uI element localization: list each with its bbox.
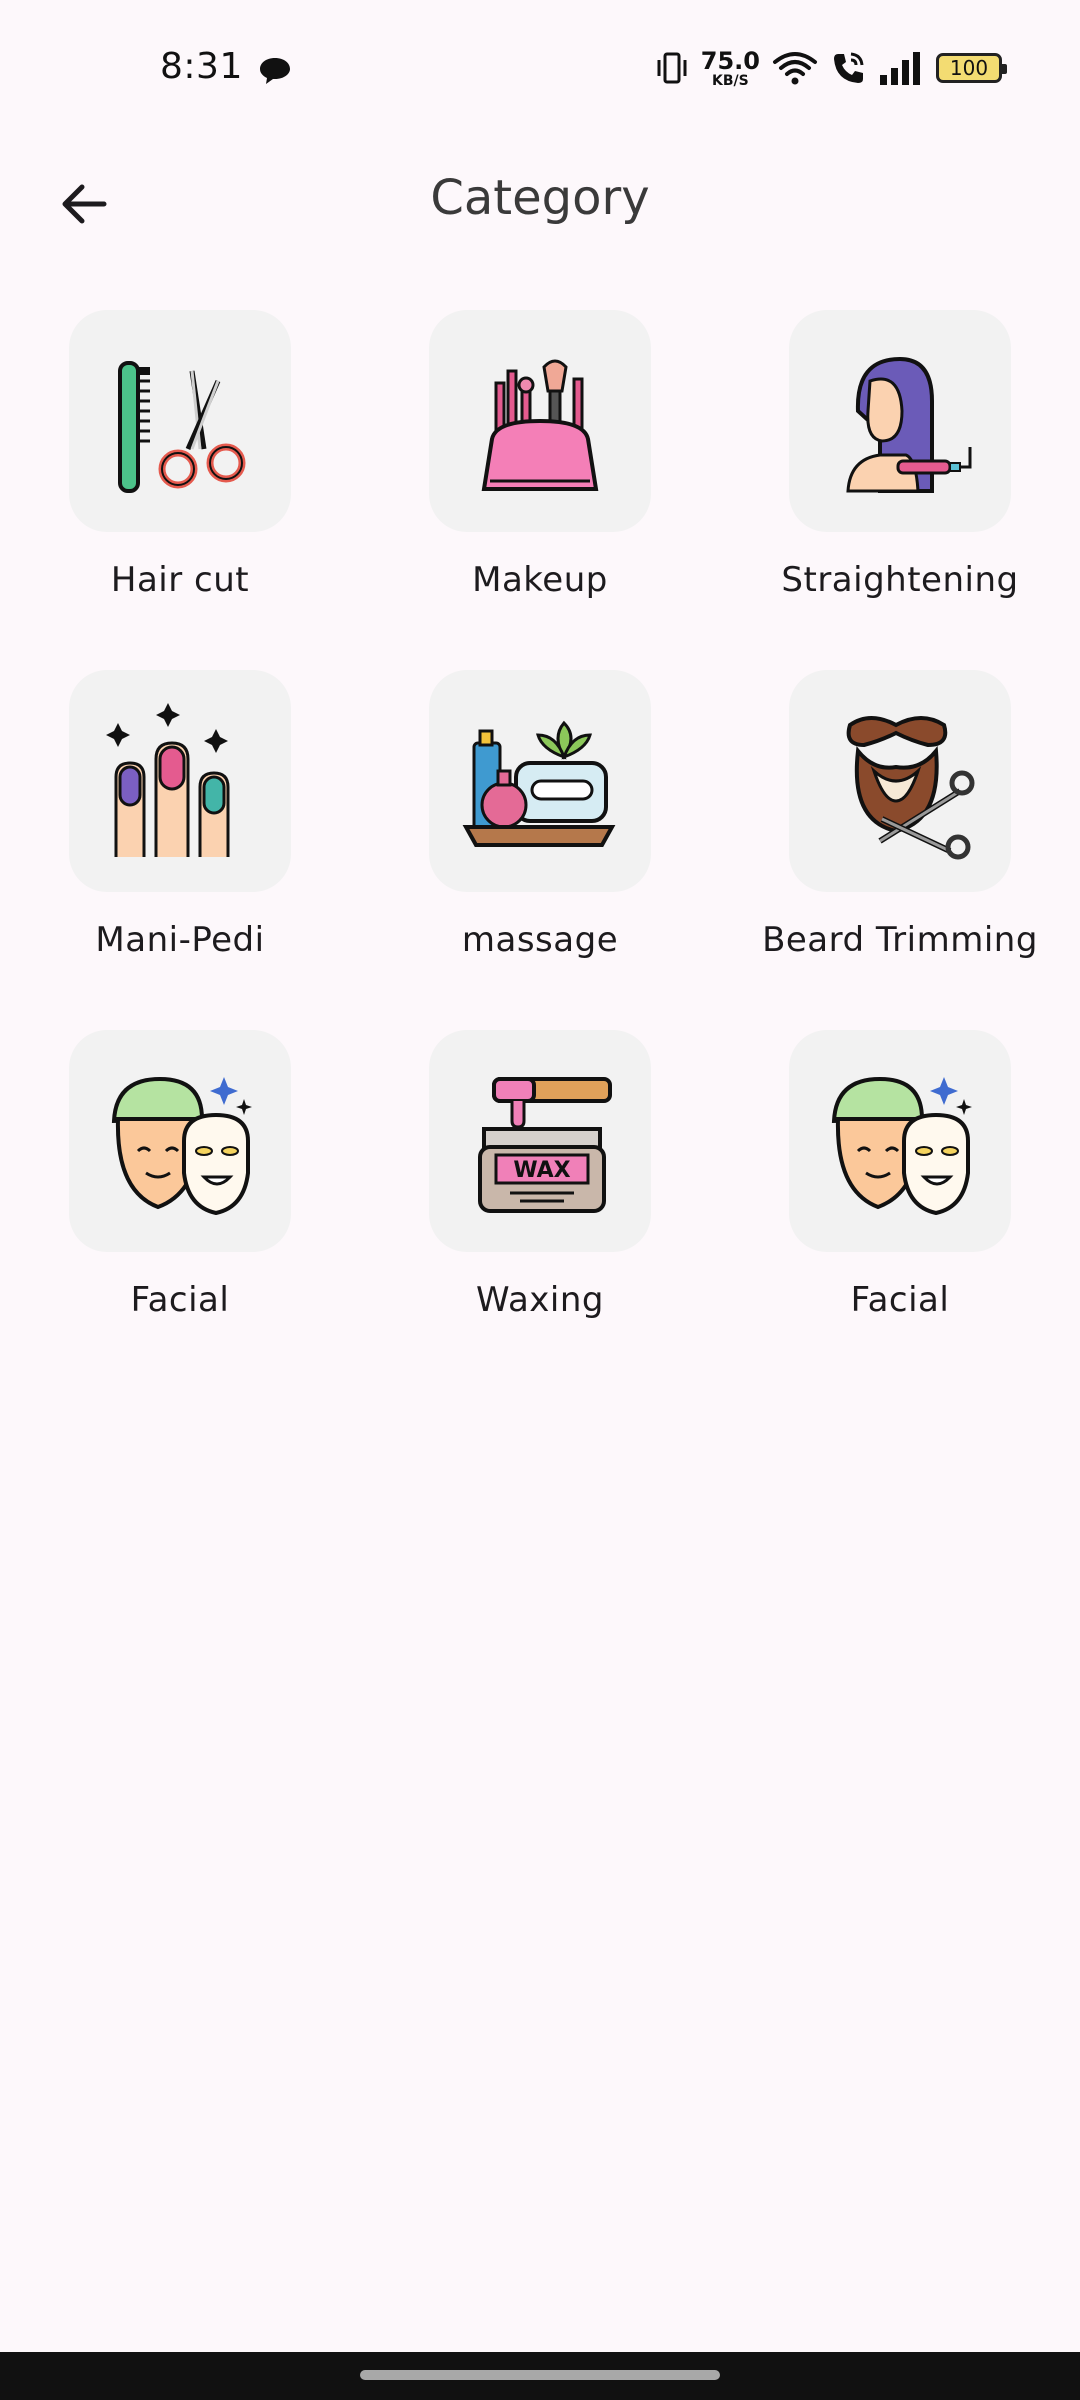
category-tile [789, 310, 1011, 532]
category-item-hair-cut[interactable]: Hair cut [0, 310, 360, 640]
category-screen: 8:31 75.0 KB/S 100 Category Hair cut Mak… [0, 0, 1080, 2400]
category-item-facial[interactable]: Facial [0, 1030, 360, 1360]
category-label: massage [461, 920, 619, 960]
chat-bubble-icon [260, 58, 290, 84]
category-tile [69, 670, 291, 892]
comb-scissors-icon [118, 361, 246, 493]
hair-straightener-icon [846, 356, 972, 493]
network-speed-unit: KB/S [712, 72, 749, 89]
app-header: Category [0, 140, 1080, 260]
category-tile [789, 670, 1011, 892]
spa-oils-icon [462, 720, 616, 847]
beard-scissors-icon [846, 716, 975, 860]
page-title: Category [430, 170, 650, 226]
category-item-beard-trimming[interactable]: Beard Trimming [720, 670, 1080, 1000]
wax-jar-icon: WAX [478, 1077, 612, 1213]
wifi-icon [773, 52, 817, 85]
category-item-straightening[interactable]: Straightening [720, 310, 1080, 640]
status-time: 8:31 [160, 46, 243, 87]
category-tile [69, 310, 291, 532]
home-indicator[interactable] [360, 2370, 720, 2380]
painted-nails-icon [106, 703, 230, 857]
face-mask-icon [831, 1076, 972, 1216]
battery-level: 100 [949, 56, 989, 80]
status-bar: 8:31 75.0 KB/S 100 [0, 0, 1080, 140]
makeup-kit-icon [481, 359, 599, 491]
category-label: Facial [850, 1280, 950, 1320]
network-speed-value: 75.0 [700, 46, 760, 75]
category-tile [429, 670, 651, 892]
category-label: Mani-Pedi [95, 920, 265, 960]
category-label: Straightening [781, 560, 1019, 600]
category-label: Makeup [472, 560, 608, 600]
category-label: Hair cut [110, 560, 250, 600]
signal-icon [880, 52, 920, 85]
vibrate-icon [657, 52, 687, 84]
status-icons: 75.0 KB/S 100 [655, 48, 1007, 88]
call-icon [834, 52, 864, 83]
category-label: Facial [130, 1280, 230, 1320]
svg-text:WAX: WAX [513, 1158, 570, 1183]
category-item-waxing[interactable]: WAX Waxing [360, 1030, 720, 1360]
category-tile: WAX [429, 1030, 651, 1252]
category-item-massage[interactable]: massage [360, 670, 720, 1000]
system-nav-bar [0, 2352, 1080, 2400]
category-item-mani-pedi[interactable]: Mani-Pedi [0, 670, 360, 1000]
category-tile [69, 1030, 291, 1252]
category-item-makeup[interactable]: Makeup [360, 310, 720, 640]
category-label: Waxing [476, 1280, 604, 1320]
category-tile [429, 310, 651, 532]
category-item-facial-2[interactable]: Facial [720, 1030, 1080, 1360]
network-speed: 75.0 KB/S [701, 49, 760, 88]
category-tile [789, 1030, 1011, 1252]
battery-icon: 100 [936, 53, 1007, 83]
face-mask-icon [111, 1076, 252, 1216]
category-label: Beard Trimming [762, 920, 1038, 960]
